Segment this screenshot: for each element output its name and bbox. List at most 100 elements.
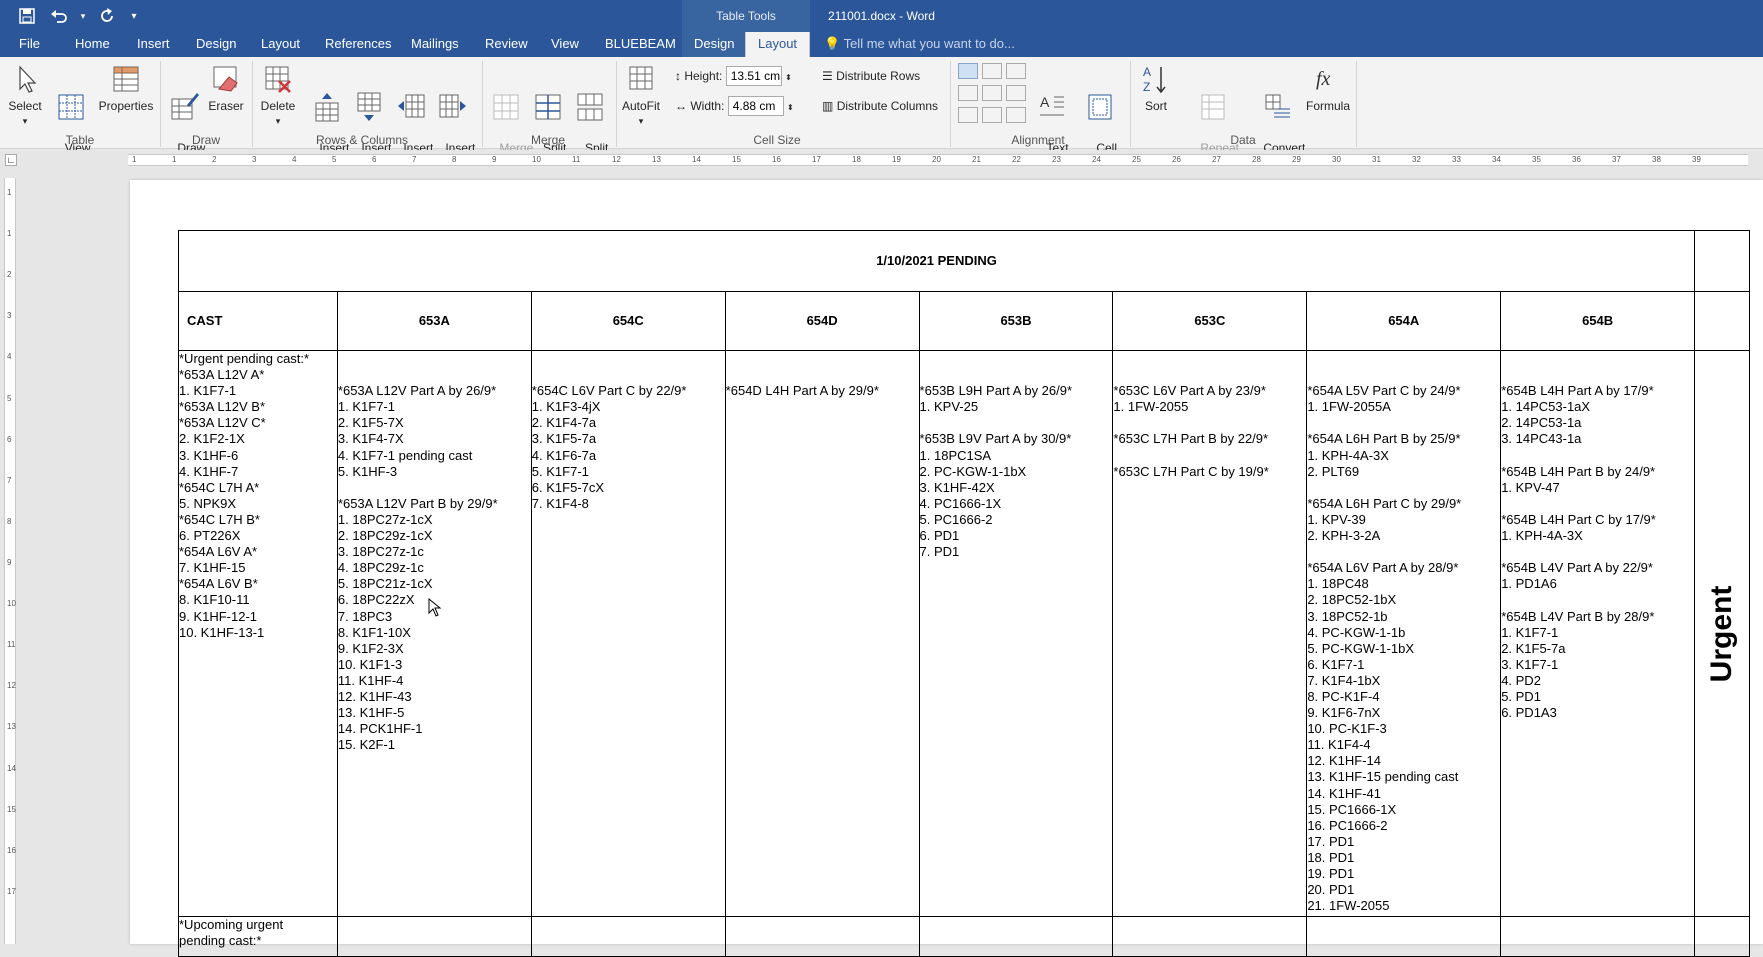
urgent-label: Urgent (1705, 585, 1739, 682)
ruler-tick-label: 4 (7, 352, 12, 362)
sort-button[interactable]: AZ Sort (1136, 63, 1176, 113)
cell-line: 1. 14PC53-1aX (1501, 399, 1591, 415)
undo-dropdown-icon[interactable]: ▾ (78, 5, 88, 27)
align-bottom-right-icon[interactable] (1006, 107, 1026, 123)
tell-me-search[interactable]: 💡 Tell me what you want to do... (824, 36, 1015, 52)
upcoming-cell[interactable] (530, 916, 726, 957)
horizontal-ruler[interactable]: ∟ 1 1 2 3 4 5 6 7 8 9 10 11 12 13 14 15 16 17 18 19 20 21 22 23… (0, 150, 1763, 170)
customize-qat-icon[interactable]: ▾ (126, 5, 142, 27)
urgent-cell[interactable]: Urgent (1694, 350, 1750, 917)
pending-cell[interactable]: *654D L4H Part A by 29/9* (724, 350, 920, 917)
upcoming-cell[interactable]: *Upcoming urgent pending cast:* (178, 916, 338, 957)
ruler-tick-label: 11 (7, 640, 16, 650)
redo-icon[interactable] (94, 5, 120, 27)
cell-line (338, 480, 531, 496)
title-extra-cell[interactable] (1694, 230, 1750, 292)
upcoming-cell[interactable] (1500, 916, 1696, 957)
select-button[interactable]: Select ▾ (6, 63, 44, 128)
tab-table-layout[interactable]: Layout (745, 32, 811, 57)
pending-cell[interactable]: *653B L9H Part A by 26/9* 1. KPV-25 *653B… (918, 350, 1114, 917)
tab-layout[interactable]: Layout (261, 36, 300, 51)
column-header-cell[interactable]: 654B (1500, 291, 1696, 351)
align-bottom-left-icon[interactable] (958, 107, 978, 123)
cell-line: 1. 18PC48 (1307, 576, 1369, 592)
height-spinner[interactable]: ⬍ (785, 73, 792, 82)
cell-line (1113, 448, 1306, 464)
column-header-cell[interactable]: 654D (724, 291, 920, 351)
upcoming-cell[interactable] (918, 916, 1114, 957)
split-cells-icon (535, 94, 561, 120)
pending-items-row: *Urgent pending cast:* *653A L12V A* 1. K1… (178, 350, 1750, 917)
align-middle-right-icon[interactable] (1006, 85, 1026, 101)
tab-home[interactable]: Home (75, 36, 110, 51)
pending-cell[interactable]: *653C L6V Part A by 23/9* 1. 1FW-2055 *65… (1112, 350, 1308, 917)
align-top-right-icon[interactable] (1006, 63, 1026, 79)
ruler-tick-label: 2 (7, 270, 12, 280)
column-header-cell[interactable]: 653C (1112, 291, 1308, 351)
pending-cell[interactable]: *Urgent pending cast:* *653A L12V A* 1. K1… (178, 350, 338, 917)
row-height-icon: ↕ (675, 69, 681, 83)
column-width-input[interactable] (727, 96, 784, 116)
upcoming-cell[interactable] (1306, 916, 1502, 957)
pending-cell[interactable]: *654B L4H Part A by 17/9* 1. 14PC53-1aX 2.… (1500, 350, 1696, 917)
autofit-button[interactable]: AutoFit ▾ (620, 63, 662, 128)
cell-line: 8. K1F10-11 (179, 592, 250, 608)
save-icon[interactable] (14, 5, 40, 27)
width-spinner[interactable]: ⬍ (787, 103, 794, 112)
tab-selector-icon[interactable]: ∟ (5, 154, 17, 166)
tab-review[interactable]: Review (485, 36, 528, 51)
cell-line: *Upcoming urgent (179, 917, 284, 932)
align-bottom-center-icon[interactable] (982, 107, 1002, 123)
cell-line: 1. PD1A6 (1501, 576, 1557, 592)
cell-line: *653A L12V Part B by 29/9* (337, 495, 498, 511)
tab-file[interactable]: File (19, 36, 40, 51)
ruler-tick-label: 5 (7, 393, 12, 403)
distribute-rows-button[interactable]: ☰ Distribute Rows (822, 69, 920, 83)
column-header-label: 654B (1582, 313, 1614, 328)
upcoming-cell[interactable] (1694, 916, 1750, 957)
undo-icon[interactable] (46, 5, 72, 27)
ruler-tick-label: 12 (7, 681, 16, 691)
column-header-cell[interactable]: 653B (918, 291, 1114, 351)
pending-cell[interactable]: *654A L5V Part C by 24/9* 1. 1FW-2055A *6… (1306, 350, 1502, 917)
cell-line (1501, 367, 1694, 383)
row-height-input[interactable] (725, 66, 782, 86)
autofit-label: AutoFit (621, 99, 660, 113)
tab-design[interactable]: Design (196, 36, 236, 51)
eraser-button[interactable]: Eraser (206, 63, 246, 113)
document-page[interactable]: 1/10/2021 PENDING CAST 653A 654C 654D 653B 65… (130, 180, 1763, 957)
tab-references[interactable]: References (325, 36, 391, 51)
cell-line: 5. PC1666-2 (919, 511, 993, 527)
column-header-cell[interactable]: 653A (336, 291, 532, 351)
height-label: Height: (684, 69, 723, 83)
column-header-cell[interactable]: CAST (178, 291, 338, 351)
delete-button[interactable]: Delete ▾ (258, 63, 298, 128)
distribute-columns-button[interactable]: ▥ Distribute Columns (822, 99, 938, 113)
tab-view[interactable]: View (551, 36, 579, 51)
formula-button[interactable]: fx Formula (1304, 63, 1352, 113)
align-middle-center-icon[interactable] (982, 85, 1002, 101)
pending-table[interactable]: 1/10/2021 PENDING CAST 653A 654C 654D 653B 65… (177, 230, 1750, 957)
upcoming-cell[interactable] (336, 916, 532, 957)
table-title-cell[interactable]: 1/10/2021 PENDING (177, 230, 1696, 292)
upcoming-cell[interactable] (724, 916, 920, 957)
align-top-left-icon[interactable] (958, 63, 978, 79)
pending-cell[interactable]: *653A L12V Part A by 26/9* 1. K1F7-1 2. K1… (336, 350, 532, 917)
tab-mailings[interactable]: Mailings (411, 36, 459, 51)
tab-table-design[interactable]: Design (682, 32, 747, 57)
cell-line: 1. 18PC1SA (919, 447, 992, 463)
header-extra-cell[interactable] (1694, 291, 1750, 351)
tab-insert[interactable]: Insert (137, 36, 170, 51)
pending-cell[interactable]: *654C L6V Part C by 22/9* 1. K1F3-4jX 2. K… (530, 350, 726, 917)
tab-bluebeam[interactable]: BLUEBEAM (605, 36, 676, 51)
upcoming-cell[interactable] (1112, 916, 1308, 957)
column-header-cell[interactable]: 654C (530, 291, 726, 351)
properties-button[interactable]: Properties (98, 63, 154, 113)
align-top-center-icon[interactable] (982, 63, 1002, 79)
cell-line: 1. KPH-4A-3X (1307, 447, 1389, 463)
column-header-cell[interactable]: 654A (1306, 291, 1502, 351)
vertical-ruler[interactable]: 1 1 2 3 4 5 6 7 8 9 10 11 12 13 14 15 16 17 (4, 178, 16, 944)
ruler-tick-label: 21 (972, 155, 981, 164)
align-middle-left-icon[interactable] (958, 85, 978, 101)
cell-line (1113, 415, 1306, 431)
